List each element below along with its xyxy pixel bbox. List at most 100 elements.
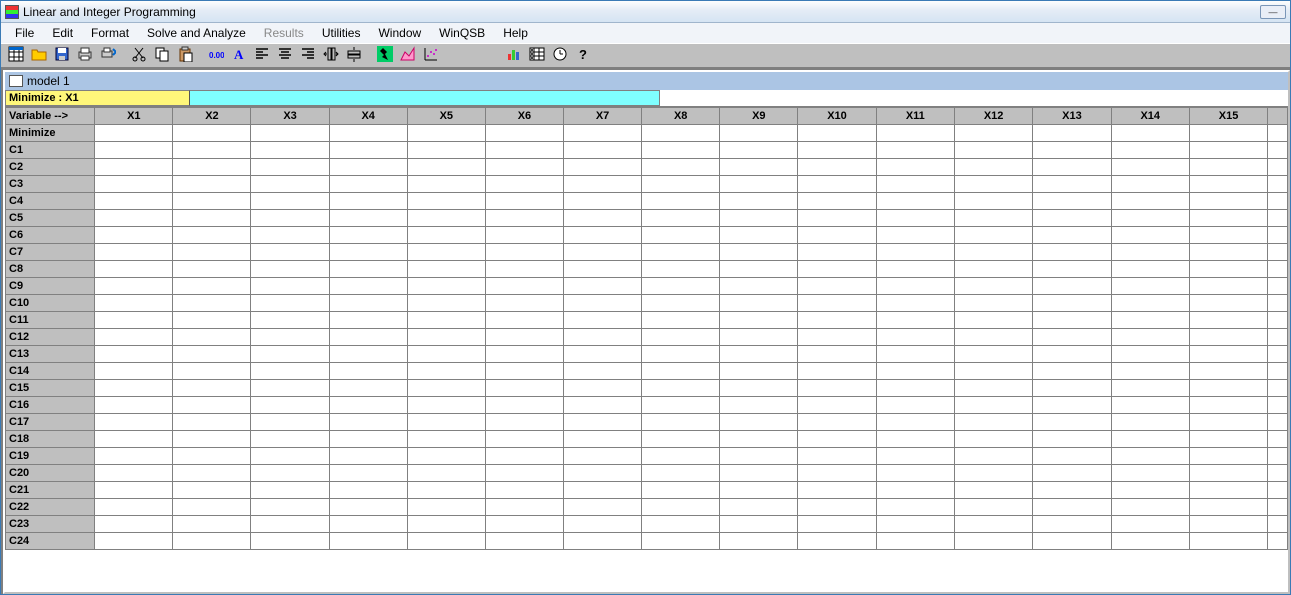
grid-cell[interactable]	[251, 448, 329, 465]
grid-cell[interactable]	[95, 448, 173, 465]
column-width-button[interactable]	[319, 45, 342, 66]
grid-cell[interactable]	[1111, 448, 1189, 465]
grid-cell[interactable]	[95, 176, 173, 193]
grid-cell[interactable]	[1033, 227, 1111, 244]
column-header[interactable]: X14	[1111, 108, 1189, 125]
grid-cell[interactable]	[642, 125, 720, 142]
grid-cell[interactable]	[876, 346, 954, 363]
grid-cell[interactable]	[1189, 465, 1267, 482]
grid-cell[interactable]	[954, 482, 1032, 499]
column-header[interactable]: X11	[876, 108, 954, 125]
grid-cell[interactable]	[720, 176, 798, 193]
grid-cell[interactable]	[329, 533, 407, 550]
grid-cell[interactable]	[563, 227, 641, 244]
grid-cell[interactable]	[798, 465, 876, 482]
grid-cell[interactable]	[1189, 176, 1267, 193]
grid-cell[interactable]	[173, 125, 251, 142]
font-button[interactable]: A	[227, 45, 250, 66]
grid-cell[interactable]	[251, 414, 329, 431]
grid-cell[interactable]	[1268, 516, 1288, 533]
grid-cell[interactable]	[642, 329, 720, 346]
print-button[interactable]	[73, 45, 96, 66]
grid-cell[interactable]	[1189, 516, 1267, 533]
grid-cell[interactable]	[407, 363, 485, 380]
grid-cell[interactable]	[251, 142, 329, 159]
grid-cell[interactable]	[954, 414, 1032, 431]
grid-cell[interactable]	[1268, 431, 1288, 448]
grid-cell[interactable]	[720, 193, 798, 210]
menu-edit[interactable]: Edit	[44, 24, 81, 42]
row-header[interactable]: C15	[6, 380, 95, 397]
grid-cell[interactable]	[720, 448, 798, 465]
grid-cell[interactable]	[173, 533, 251, 550]
grid-cell[interactable]	[954, 431, 1032, 448]
grid-cell[interactable]	[407, 278, 485, 295]
grid-cell[interactable]	[720, 261, 798, 278]
help-button[interactable]: ?	[571, 45, 594, 66]
grid-cell[interactable]	[251, 516, 329, 533]
grid-cell[interactable]	[251, 244, 329, 261]
grid-cell[interactable]	[1033, 380, 1111, 397]
grid-cell[interactable]	[173, 448, 251, 465]
grid-cell[interactable]	[876, 227, 954, 244]
grid-cell[interactable]	[1189, 397, 1267, 414]
grid-cell[interactable]	[1033, 499, 1111, 516]
grid-cell[interactable]	[720, 346, 798, 363]
grid-cell[interactable]	[95, 261, 173, 278]
grid-cell[interactable]	[1033, 329, 1111, 346]
grid-cell[interactable]	[95, 125, 173, 142]
grid-cell[interactable]	[251, 312, 329, 329]
grid-cell[interactable]	[876, 261, 954, 278]
grid-cell[interactable]	[1189, 159, 1267, 176]
grid-cell[interactable]	[329, 312, 407, 329]
grid-cell[interactable]	[1268, 176, 1288, 193]
grid-cell[interactable]	[720, 227, 798, 244]
grid-cell[interactable]	[485, 312, 563, 329]
grid-cell[interactable]	[329, 176, 407, 193]
grid-cell[interactable]	[876, 159, 954, 176]
grid-cell[interactable]	[954, 278, 1032, 295]
grid-cell[interactable]	[563, 329, 641, 346]
column-header[interactable]: X2	[173, 108, 251, 125]
grid-cell[interactable]	[407, 159, 485, 176]
grid-cell[interactable]	[563, 346, 641, 363]
grid-cell[interactable]	[798, 329, 876, 346]
row-header[interactable]: C20	[6, 465, 95, 482]
grid-cell[interactable]	[251, 295, 329, 312]
grid-cell[interactable]	[1268, 499, 1288, 516]
grid-cell[interactable]	[173, 295, 251, 312]
grid-cell[interactable]	[798, 244, 876, 261]
grid-cell[interactable]	[563, 448, 641, 465]
grid-cell[interactable]	[876, 465, 954, 482]
clock-button[interactable]	[548, 45, 571, 66]
grid-cell[interactable]	[1268, 125, 1288, 142]
grid-cell[interactable]	[720, 414, 798, 431]
grid-cell[interactable]	[798, 533, 876, 550]
grid-cell[interactable]	[1111, 465, 1189, 482]
grid-cell[interactable]	[251, 499, 329, 516]
grid-cell[interactable]	[1268, 295, 1288, 312]
grid-cell[interactable]	[1111, 176, 1189, 193]
grid-cell[interactable]	[798, 142, 876, 159]
grid-cell[interactable]	[1111, 329, 1189, 346]
grid-cell[interactable]	[1033, 244, 1111, 261]
grid-cell[interactable]	[720, 125, 798, 142]
grid-cell[interactable]	[251, 176, 329, 193]
column-header[interactable]: X9	[720, 108, 798, 125]
grid-cell[interactable]	[798, 261, 876, 278]
grid-cell[interactable]	[95, 159, 173, 176]
grid-cell[interactable]	[485, 533, 563, 550]
grid-cell[interactable]	[876, 125, 954, 142]
grid-cell[interactable]	[1111, 193, 1189, 210]
grid-cell[interactable]	[720, 499, 798, 516]
grid-cell[interactable]	[876, 482, 954, 499]
minimize-button[interactable]: —	[1260, 5, 1286, 19]
grid-cell[interactable]	[1189, 227, 1267, 244]
grid-cell[interactable]	[251, 210, 329, 227]
grid-cell[interactable]	[95, 482, 173, 499]
grid-cell[interactable]	[1033, 278, 1111, 295]
grid-cell[interactable]	[954, 295, 1032, 312]
row-header[interactable]: C6	[6, 227, 95, 244]
grid-cell[interactable]	[1268, 278, 1288, 295]
grid-cell[interactable]	[485, 142, 563, 159]
